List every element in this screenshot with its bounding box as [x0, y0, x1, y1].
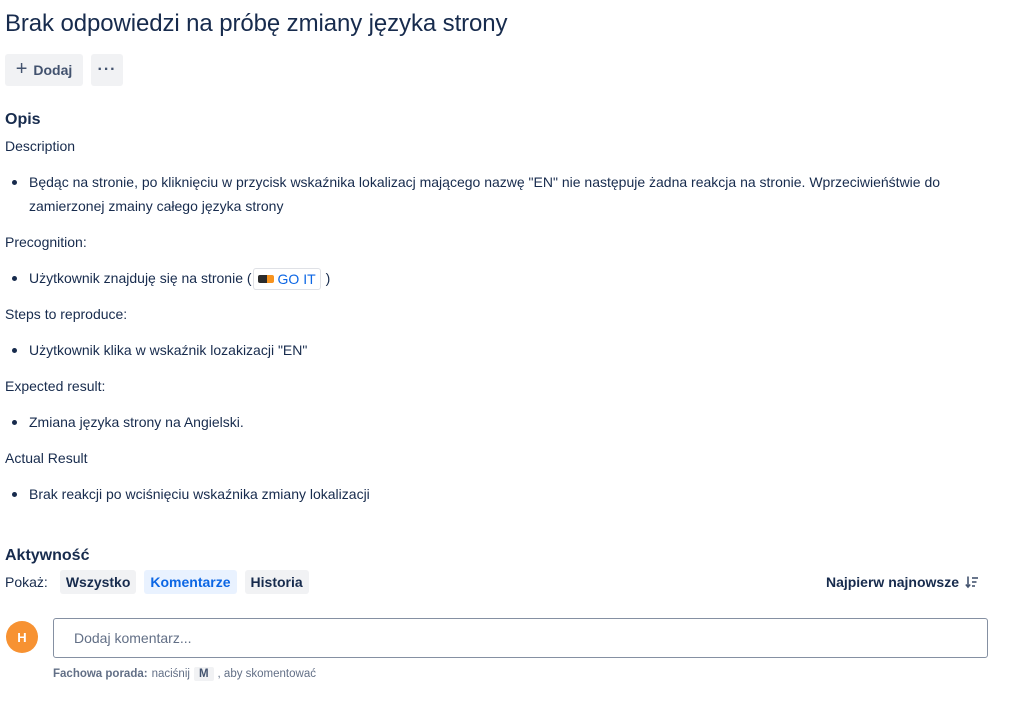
- comment-input[interactable]: [53, 618, 988, 658]
- actual-list: Brak reakcji po wciśnięciu wskaźnika zmi…: [5, 482, 995, 506]
- issue-title[interactable]: Brak odpowiedzi na próbę zmiany języka s…: [5, 10, 508, 38]
- expected-label: Expected result:: [5, 378, 106, 395]
- more-button[interactable]: ···: [91, 54, 123, 86]
- more-icon: ···: [97, 61, 117, 78]
- list-item: Użytkownik znajduję się na stronie ( GO I…: [5, 266, 995, 291]
- list-item: Będąc na stronie, po kliknięciu w przyci…: [5, 170, 995, 218]
- keyboard-key-m: M: [193, 667, 214, 681]
- filter-all[interactable]: Wszystko: [59, 570, 137, 594]
- description-heading: Opis: [5, 111, 41, 128]
- show-label: Pokaż:: [5, 574, 48, 590]
- list-item: Brak reakcji po wciśnięciu wskaźnika zmi…: [5, 482, 995, 506]
- plus-icon: +: [15, 58, 28, 80]
- pro-tip: Fachowa porada: naciśnij M , aby skoment…: [53, 667, 316, 681]
- sort-toggle[interactable]: Najpierw najnowsze: [826, 574, 979, 590]
- sort-label: Najpierw najnowsze: [825, 574, 959, 590]
- description-intro: Description: [5, 138, 76, 154]
- summary-list: Będąc na stronie, po kliknięciu w przyci…: [5, 170, 995, 218]
- filter-comments[interactable]: Komentarze: [144, 570, 237, 594]
- list-item: Zmiana języka strony na Angielski.: [5, 410, 995, 434]
- precondition-list: Użytkownik znajduję się na stronie ( GO I…: [5, 266, 995, 291]
- sort-icon: [965, 576, 978, 589]
- add-button[interactable]: + Dodaj: [5, 54, 83, 86]
- steps-list: Użytkownik klika w wskaźnik lozakizacji …: [5, 338, 995, 362]
- steps-label: Steps to reproduce:: [5, 306, 128, 323]
- tip-bold: Fachowa porada:: [53, 668, 148, 680]
- precondition-label: Precognition:: [5, 234, 87, 250]
- actual-label: Actual Result: [5, 450, 88, 467]
- list-item: Użytkownik klika w wskaźnik lozakizacji …: [5, 338, 995, 362]
- filter-history[interactable]: Historia: [244, 570, 309, 594]
- expected-list: Zmiana języka strony na Angielski.: [5, 410, 995, 434]
- precondition-suffix: ): [325, 270, 331, 286]
- activity-filters: Pokaż: Wszystko Komentarze Historia: [5, 570, 309, 594]
- issue-toolbar: + Dodaj ···: [5, 54, 123, 86]
- goit-logo-icon: [257, 275, 274, 284]
- description-body[interactable]: Description Będąc na stronie, po kliknię…: [5, 134, 995, 506]
- goit-smart-link[interactable]: GO IT: [252, 268, 321, 291]
- avatar[interactable]: H: [6, 621, 38, 653]
- add-button-label: Dodaj: [33, 62, 73, 78]
- precondition-text: Użytkownik znajduję się na stronie (: [29, 270, 252, 286]
- tip-pre: naciśnij: [151, 668, 190, 680]
- tip-post: , aby skomentować: [217, 668, 316, 680]
- smart-link-text: GO IT: [277, 271, 316, 288]
- activity-heading: Aktywność: [5, 547, 90, 564]
